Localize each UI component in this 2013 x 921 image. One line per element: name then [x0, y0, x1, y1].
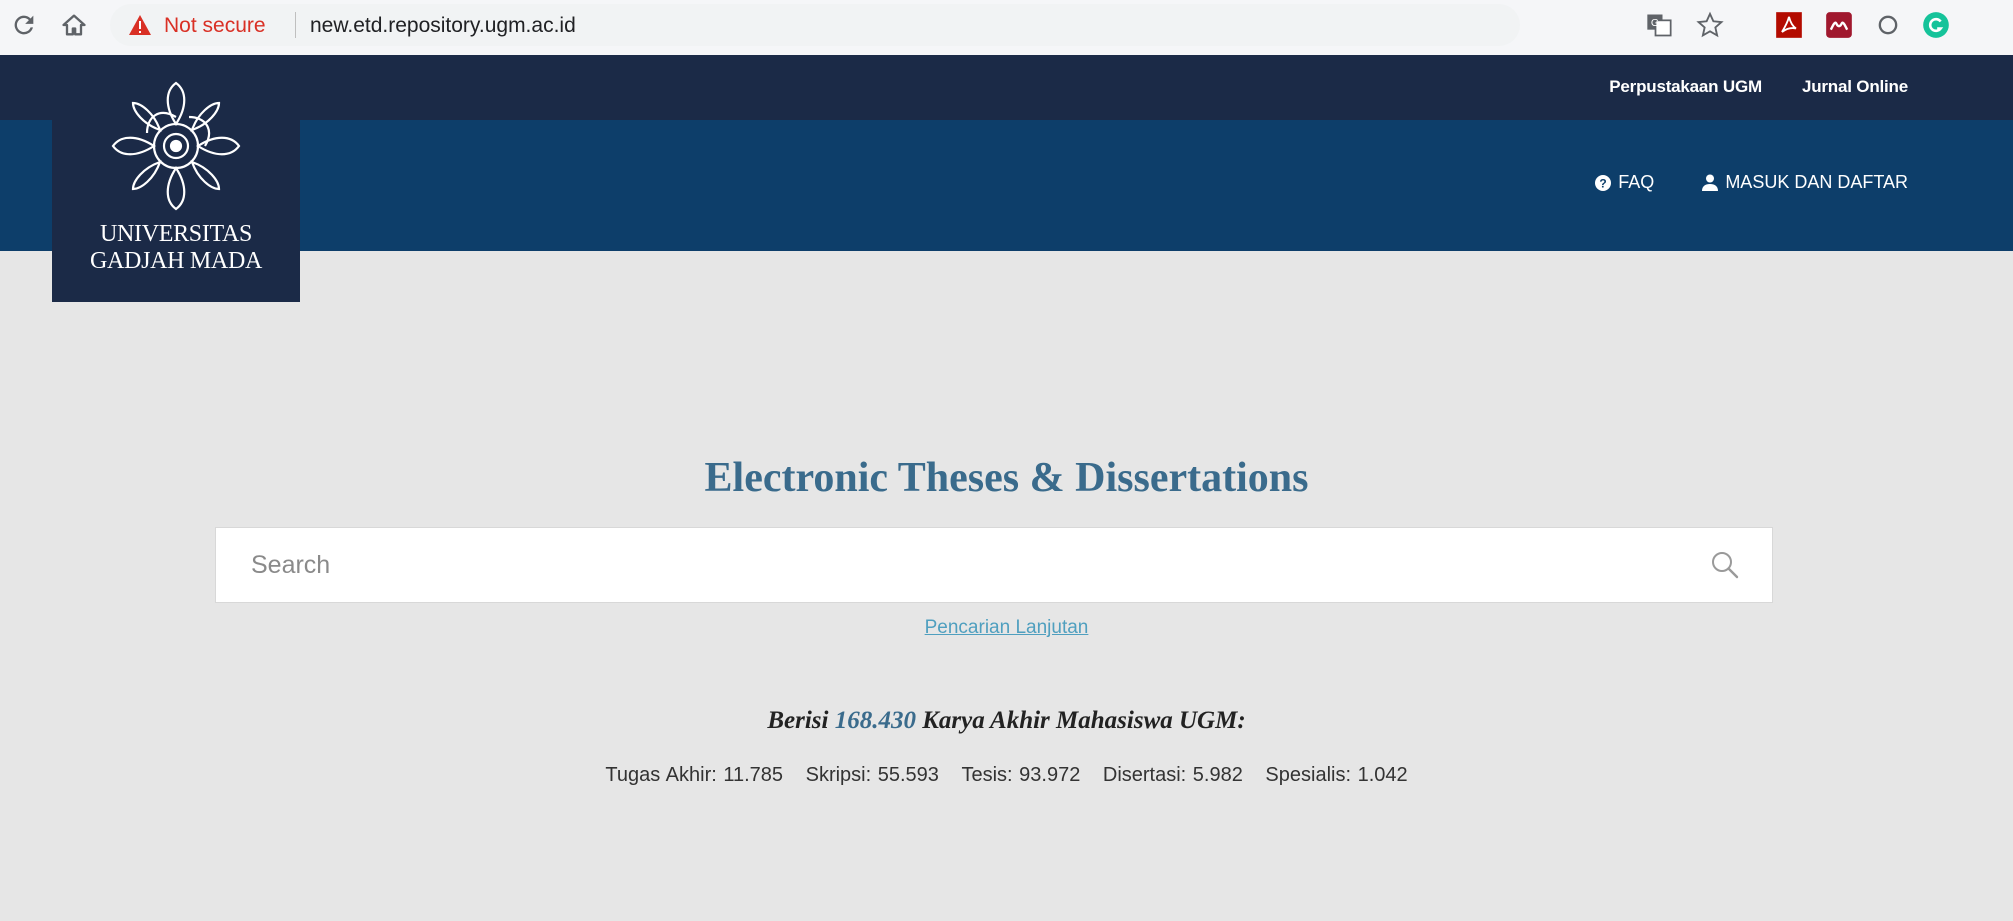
home-icon[interactable]: [60, 11, 88, 39]
svg-text:G: G: [1651, 17, 1659, 29]
top-bar: Perpustakaan UGM Jurnal Online: [0, 55, 2013, 120]
summary-prefix: Berisi: [767, 707, 829, 734]
advanced-search-link[interactable]: Pencarian Lanjutan: [925, 617, 1089, 638]
mendeley-extension-icon[interactable]: [1825, 11, 1853, 39]
star-icon[interactable]: [1696, 11, 1724, 39]
top-links: Perpustakaan UGM Jurnal Online: [1609, 77, 1908, 97]
collection-summary: Berisi 168.430 Karya Akhir Mahasiswa UGM…: [0, 707, 2013, 735]
url-text[interactable]: new.etd.repository.ugm.ac.id: [310, 14, 576, 38]
page-title: Electronic Theses & Dissertations: [704, 455, 1309, 501]
reload-icon[interactable]: [10, 11, 38, 39]
ugm-emblem-icon: [111, 81, 241, 211]
browser-toolbar: Not secure new.etd.repository.ugm.ac.id …: [0, 0, 2013, 56]
logo-text-line2: GADJAH MADA: [89, 248, 263, 274]
jurnal-online-link[interactable]: Jurnal Online: [1802, 77, 1908, 97]
main-header: ? FAQ MASUK DAN DAFTAR: [0, 120, 2013, 251]
divider: [295, 12, 296, 38]
stat-tugas-akhir: Tugas Akhir: 11.785: [605, 764, 784, 786]
search-input[interactable]: [216, 528, 1686, 602]
pdf-extension-icon[interactable]: [1775, 11, 1803, 39]
login-register-link[interactable]: MASUK DAN DAFTAR: [1702, 172, 1908, 193]
stat-skripsi: Skripsi: 55.593: [805, 764, 939, 786]
logo-text-line1: UNIVERSITAS: [99, 221, 253, 247]
stat-tesis: Tesis: 93.972: [961, 764, 1081, 786]
faq-label: FAQ: [1618, 172, 1655, 192]
stat-spesialis: Spesialis: 1.042: [1265, 764, 1408, 786]
address-bar[interactable]: Not secure new.etd.repository.ugm.ac.id: [110, 4, 1520, 46]
question-circle-icon: ?: [1595, 174, 1612, 191]
svg-text:?: ?: [1600, 176, 1607, 190]
collection-stats: Tugas Akhir: 11.785 Skripsi: 55.593 Tesi…: [0, 764, 2013, 787]
translate-icon[interactable]: G: [1645, 11, 1673, 39]
search-icon[interactable]: [1710, 550, 1740, 580]
faq-link[interactable]: ? FAQ: [1595, 172, 1654, 193]
grammarly-extension-icon[interactable]: [1922, 11, 1950, 39]
warning-icon[interactable]: [128, 14, 152, 36]
circle-extension-icon[interactable]: [1874, 11, 1902, 39]
advanced-search-container: Pencarian Lanjutan: [0, 617, 2013, 639]
security-status[interactable]: Not secure: [164, 14, 266, 38]
main-nav: ? FAQ MASUK DAN DAFTAR: [1595, 172, 1908, 193]
perpustakaan-link[interactable]: Perpustakaan UGM: [1609, 77, 1762, 97]
search-bar: [215, 527, 1773, 603]
login-register-label: MASUK DAN DAFTAR: [1725, 172, 1908, 192]
stat-disertasi: Disertasi: 5.982: [1102, 764, 1243, 786]
user-icon: [1702, 174, 1719, 191]
ugm-logo[interactable]: UNIVERSITAS GADJAH MADA: [52, 55, 300, 302]
summary-suffix: Karya Akhir Mahasiswa UGM:: [922, 707, 1246, 734]
summary-count: 168.430: [834, 707, 916, 734]
